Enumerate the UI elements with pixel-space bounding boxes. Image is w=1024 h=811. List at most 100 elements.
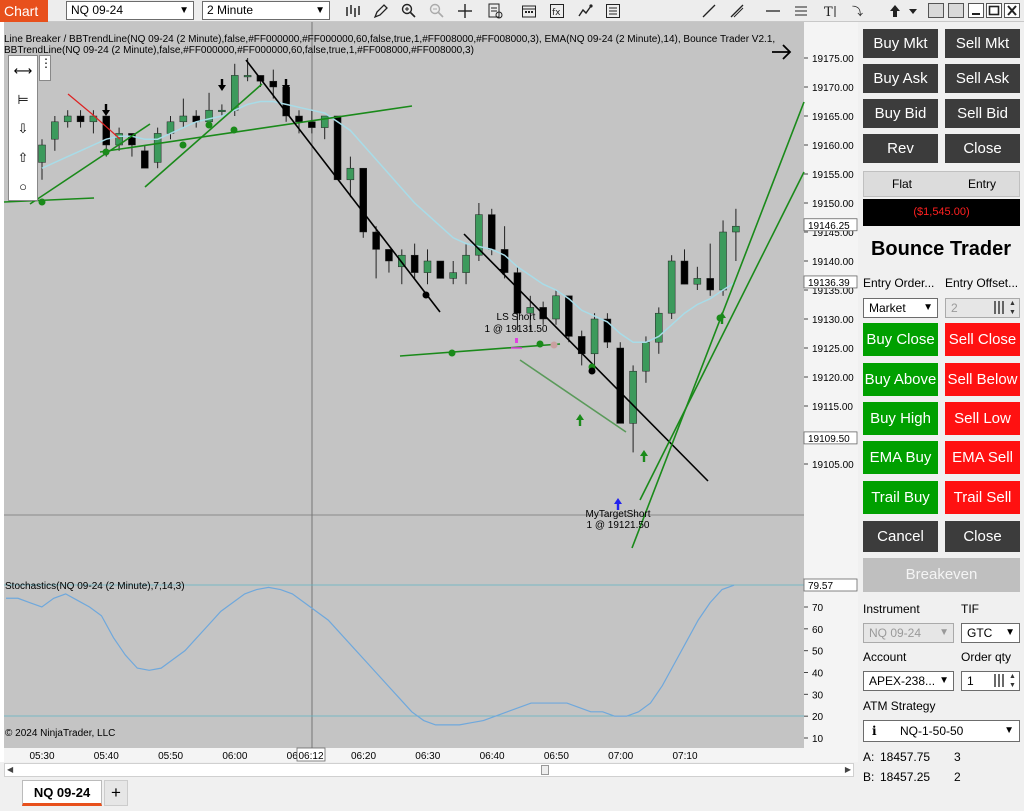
chart-tab[interactable]: Chart [0,0,48,22]
close-window-button[interactable] [1004,3,1020,18]
price-tick-label: 19170.00 [812,83,854,94]
sell-close-button[interactable]: Sell Close [945,323,1020,356]
tif-select[interactable]: GTC ▼ [961,623,1020,643]
zoom-out-icon[interactable] [428,2,446,20]
buy-bid-button[interactable]: Buy Bid [863,99,938,128]
chevron-down-icon: ▼ [179,5,189,16]
entry-order-label: Entry Order... [863,276,935,290]
atm-strategy-select[interactable]: i NQ-1-50-50 ▼ [863,720,1020,742]
info-icon[interactable]: i [872,721,877,741]
window-pin-button[interactable] [948,3,964,18]
crosshair-icon[interactable] [456,2,474,20]
ema-buy-button[interactable]: EMA Buy [863,441,938,474]
spinner-icon[interactable]: ▲ ▼ [1007,672,1018,690]
arrow-up-icon[interactable] [886,2,904,20]
circle-icon[interactable]: ○ [9,172,37,201]
price-tick-label: 19160.00 [812,141,854,152]
breakeven-button[interactable]: Breakeven [863,558,1020,592]
close-all-button[interactable]: Close [945,521,1020,552]
more-tools-icon[interactable]: ⤵ [848,2,866,20]
time-tick-label: 05:40 [94,751,119,762]
account-label: Account [863,650,907,664]
buy-above-button[interactable]: Buy Above [863,363,938,396]
text-tool-icon[interactable]: T [822,2,840,20]
calculator-icon[interactable] [994,674,1006,687]
data-box-icon[interactable] [486,2,504,20]
time-tick-label: 05:30 [29,751,54,762]
fibonacci-icon[interactable] [792,2,810,20]
arrow-down-icon[interactable]: ⇩ [9,114,37,143]
order-qty-label: Order qty [961,650,1012,664]
stoch-tick-label: 70 [812,603,824,614]
horizontal-line-icon[interactable] [764,2,782,20]
sell-market-button[interactable]: Sell Mkt [945,29,1020,58]
calendar-icon[interactable] [520,2,538,20]
buy-ask-button[interactable]: Buy Ask [863,64,938,93]
chart-panel[interactable]: 19175.00 19170.00 19165.00 19160.00 19155.00… [0,22,858,762]
spinner-icon[interactable]: ▲ ▼ [1007,299,1018,317]
entry-order-select[interactable]: Market ▼ [863,298,938,318]
candle-body [333,115,342,181]
bars-type-icon[interactable] [344,2,362,20]
calculator-icon[interactable] [994,301,1006,314]
buy-close-button[interactable]: Buy Close [863,323,938,356]
instrument-value: NQ 09-24 [869,626,922,640]
sell-below-button[interactable]: Sell Below [945,363,1020,396]
account-select[interactable]: APEX-238... ▼ [863,671,954,691]
price-tick-label: 19125.00 [812,344,854,355]
scroll-right-icon[interactable]: ▶ [845,764,851,776]
candle-body [179,115,188,123]
panel-title: Bounce Trader [870,238,1012,260]
maximize-button[interactable] [986,3,1002,18]
trail-buy-button[interactable]: Trail Buy [863,481,938,514]
svg-text:fx: fx [552,8,561,18]
ruler-icon[interactable]: ⊨ [9,85,37,114]
reverse-button[interactable]: Rev [863,134,938,163]
order-qty-value: 1 [967,674,974,688]
buy-high-button[interactable]: Buy High [863,402,938,435]
interval-selector[interactable]: 2 Minute ▼ [202,1,330,20]
sell-ask-button[interactable]: Sell Ask [945,64,1020,93]
price-chart[interactable]: 19175.00 19170.00 19165.00 19160.00 19155.00… [0,22,858,762]
properties-icon[interactable] [604,2,622,20]
cancel-orders-button[interactable]: Cancel [863,521,938,552]
zoom-in-icon[interactable] [400,2,418,20]
drawing-toolbar: ⟷ ⊨ ⇩ ⇧ ○ [8,55,38,201]
candle-body [449,272,457,279]
buy-market-button[interactable]: Buy Mkt [863,29,938,58]
add-tab-button[interactable]: + [104,780,128,806]
line-tool-icon[interactable] [700,2,718,20]
tab-nq-09-24[interactable]: NQ 09-24 [22,780,102,806]
trail-sell-button[interactable]: Trail Sell [945,481,1020,514]
scroll-left-icon[interactable]: ◀ [7,764,13,776]
arrow-up-icon[interactable]: ⇧ [9,143,37,172]
window-link-button[interactable] [928,3,944,18]
indicators-icon[interactable]: fx [548,2,566,20]
drawing-toolbar-more-button[interactable]: ⋮ [39,55,52,81]
stoch-tick-label: 30 [812,690,824,701]
chart-horizontal-scrollbar[interactable]: ◀ ▶ [4,763,854,777]
close-position-button[interactable]: Close [945,134,1020,163]
order-qty-stepper[interactable]: 1 ▲ ▼ [961,671,1020,691]
ray-tool-icon[interactable] [728,2,746,20]
instrument-selector[interactable]: NQ 09-24 ▼ [66,1,194,20]
bid-label: B: [863,770,875,784]
instrument-select[interactable]: NQ 09-24 ▼ [863,623,954,643]
pencil-icon[interactable] [372,2,390,20]
sell-bid-button[interactable]: Sell Bid [945,99,1020,128]
strategies-icon[interactable] [576,2,594,20]
minimize-button[interactable] [968,3,984,18]
entry-offset-stepper[interactable]: 2 ▲ ▼ [945,298,1020,318]
scrollbar-thumb[interactable] [541,765,549,775]
candle-body [552,295,560,320]
trend-anchor-dot [230,126,238,134]
sell-low-button[interactable]: Sell Low [945,402,1020,435]
caret-down-icon[interactable] [904,2,922,20]
price-flag-label: 19146.25 [808,221,850,232]
price-tick-label: 19120.00 [812,373,854,384]
stoch-tick-label: 20 [812,712,824,723]
chevron-down-icon: ▼ [939,627,949,638]
order-annotation-short: 1 @ 19131.50 [485,324,548,335]
horizontal-resize-icon[interactable]: ⟷ [9,56,37,85]
ema-sell-button[interactable]: EMA Sell [945,441,1020,474]
